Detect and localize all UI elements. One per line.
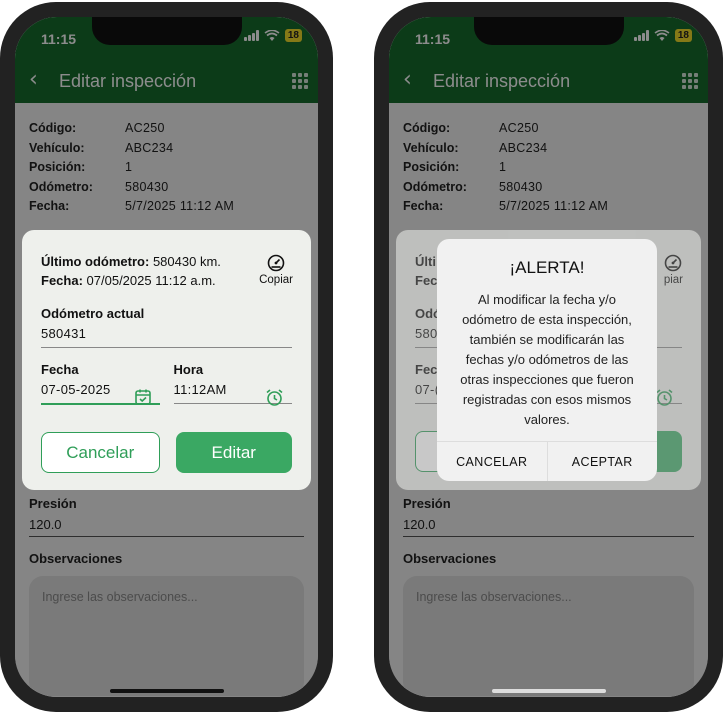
phone-left: 11:15 18 ‹ Editar inspección Código: AC25… [0,2,333,712]
copy-button[interactable]: Copiar [259,254,293,286]
speedometer-icon [665,254,682,272]
copy-label: piar [663,274,683,286]
alert-actions: CANCELAR ACEPTAR [437,441,657,481]
edit-button[interactable]: Editar [175,432,292,473]
time-field[interactable]: Hora 11:12AM [173,362,292,407]
last-date-label: Fec [415,273,438,288]
copy-button: piar [664,254,683,286]
dialog-buttons: Cancelar Editar [41,432,292,473]
date-label: Fecha [41,362,79,377]
phone-right: 11:15 18 ‹ Editar inspección Código: AC25… [374,2,723,712]
speedometer-icon [267,254,285,272]
edit-odometer-dialog: Último odómetro: 580430 km. Fecha: 07/05… [22,230,311,490]
last-date-value: 07/05/2025 11:12 a.m. [86,273,216,288]
last-odometer-label: Último odómetro: [41,254,150,269]
date-time-row: Fecha 07-05-2025 Hora 11:12AM [41,362,292,407]
odometer-label: Odómetro actual [41,306,145,321]
date-field[interactable]: Fecha 07-05-2025 [41,362,160,405]
alarm-clock-icon[interactable] [265,388,284,407]
alert-cancel-button[interactable]: CANCELAR [437,442,547,481]
alert-message: Al modificar la fecha y/o odómetro de es… [460,292,634,427]
home-indicator [491,689,606,693]
odometer-input[interactable]: 580431 [41,321,292,348]
screen-left: 11:15 18 ‹ Editar inspección Código: AC25… [15,17,318,697]
last-date-line: Fecha: 07/05/2025 11:12 a.m. [41,273,292,292]
last-odometer-label: Últi [415,254,436,269]
alert-title: ¡ALERTA! [509,258,585,277]
last-odometer-line: Último odómetro: 580430 km. [41,254,292,273]
home-indicator [109,689,224,693]
alarm-clock-icon [656,389,673,406]
alert-accept-button[interactable]: ACEPTAR [546,442,658,481]
cancel-button[interactable]: Cancelar [41,432,160,473]
screen-right: 11:15 18 ‹ Editar inspección Código: AC25… [389,17,708,697]
copy-label: Copiar [259,274,293,286]
alert-dialog: ¡ALERTA! Al modificar la fecha y/o odóme… [437,239,657,481]
last-odometer-value: 580430 km. [152,254,221,269]
calendar-check-icon[interactable] [134,388,152,406]
time-label: Hora [173,362,204,377]
last-date-label: Fecha: [41,273,83,288]
